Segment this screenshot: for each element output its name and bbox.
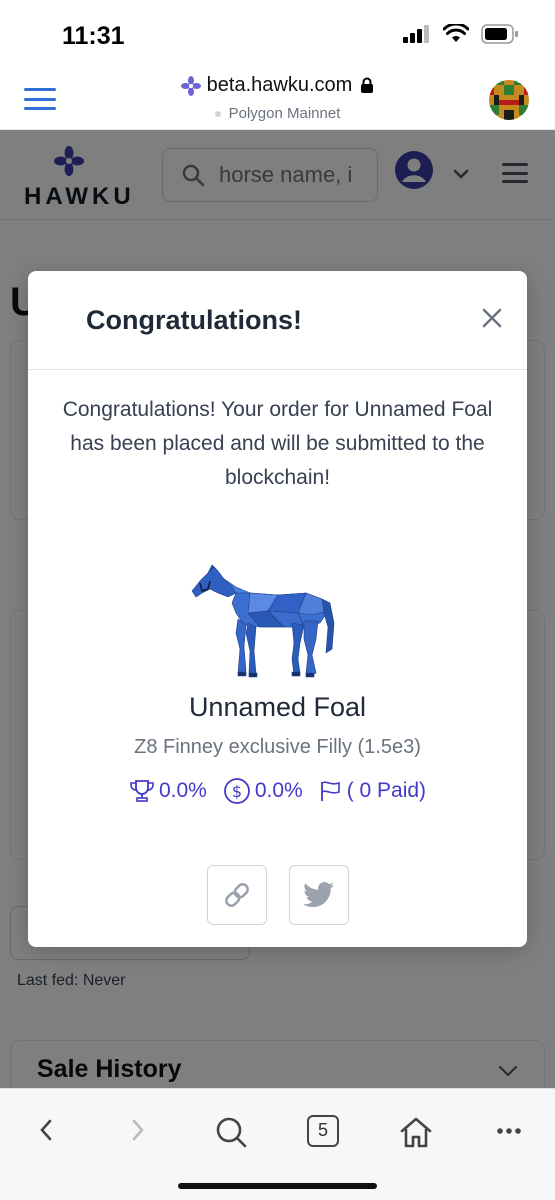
flower-icon <box>180 75 201 96</box>
flag-icon <box>320 781 340 801</box>
tab-count-button[interactable]: 5 <box>307 1115 339 1147</box>
home-indicator <box>178 1183 377 1189</box>
lock-icon <box>361 77 374 94</box>
congrats-modal: Congratulations! Congratulations! Your o… <box>28 271 527 947</box>
races-stat: ( 0 Paid) <box>319 779 426 803</box>
url-host-text: beta.hawku.com <box>206 74 353 96</box>
status-time: 11:31 <box>62 22 125 50</box>
copy-link-button[interactable] <box>206 865 267 925</box>
horse-image <box>191 564 335 678</box>
races-paid-value: ( 0 Paid) <box>346 779 427 802</box>
signal-icon <box>403 25 429 43</box>
home-icon[interactable] <box>398 1115 434 1149</box>
horse-stats: 0.0% $ 0.0% ( 0 Paid) <box>28 777 527 805</box>
close-icon[interactable] <box>481 307 503 329</box>
wallet-avatar[interactable] <box>489 80 529 120</box>
forward-icon[interactable] <box>128 1115 148 1145</box>
wifi-icon <box>443 24 469 42</box>
battery-icon <box>481 24 518 44</box>
network-text: Polygon Mainnet <box>228 105 341 122</box>
share-twitter-button[interactable] <box>288 865 349 925</box>
network-label: Polygon Mainnet <box>0 105 555 122</box>
search-icon[interactable] <box>214 1115 248 1149</box>
horse-description: Z8 Finney exclusive Filly (1.5e3) <box>134 736 421 758</box>
horse-name: Unnamed Foal <box>188 692 367 722</box>
link-icon <box>224 883 249 907</box>
more-icon[interactable] <box>496 1127 522 1135</box>
twitter-icon <box>302 882 334 907</box>
back-icon[interactable] <box>36 1115 56 1145</box>
status-bar: 11:31 <box>0 0 555 68</box>
browser-url-bar: beta.hawku.com Polygon Mainnet <box>0 68 555 130</box>
dollar-icon: $ <box>223 778 250 804</box>
earnings-stat: $ 0.0% <box>223 777 303 805</box>
modal-header: Congratulations! <box>28 271 527 370</box>
share-buttons <box>28 865 527 925</box>
trophy-icon <box>130 780 154 802</box>
url-host[interactable]: beta.hawku.com <box>0 74 555 97</box>
modal-message: Congratulations! Your order for Unnamed … <box>62 398 493 489</box>
win-rate-value: 0.0% <box>158 779 207 802</box>
win-rate-stat: 0.0% <box>129 779 207 803</box>
svg-text:$: $ <box>232 782 242 801</box>
modal-title: Congratulations! <box>86 305 302 335</box>
status-icons <box>403 24 519 44</box>
earnings-value: 0.0% <box>254 779 303 802</box>
